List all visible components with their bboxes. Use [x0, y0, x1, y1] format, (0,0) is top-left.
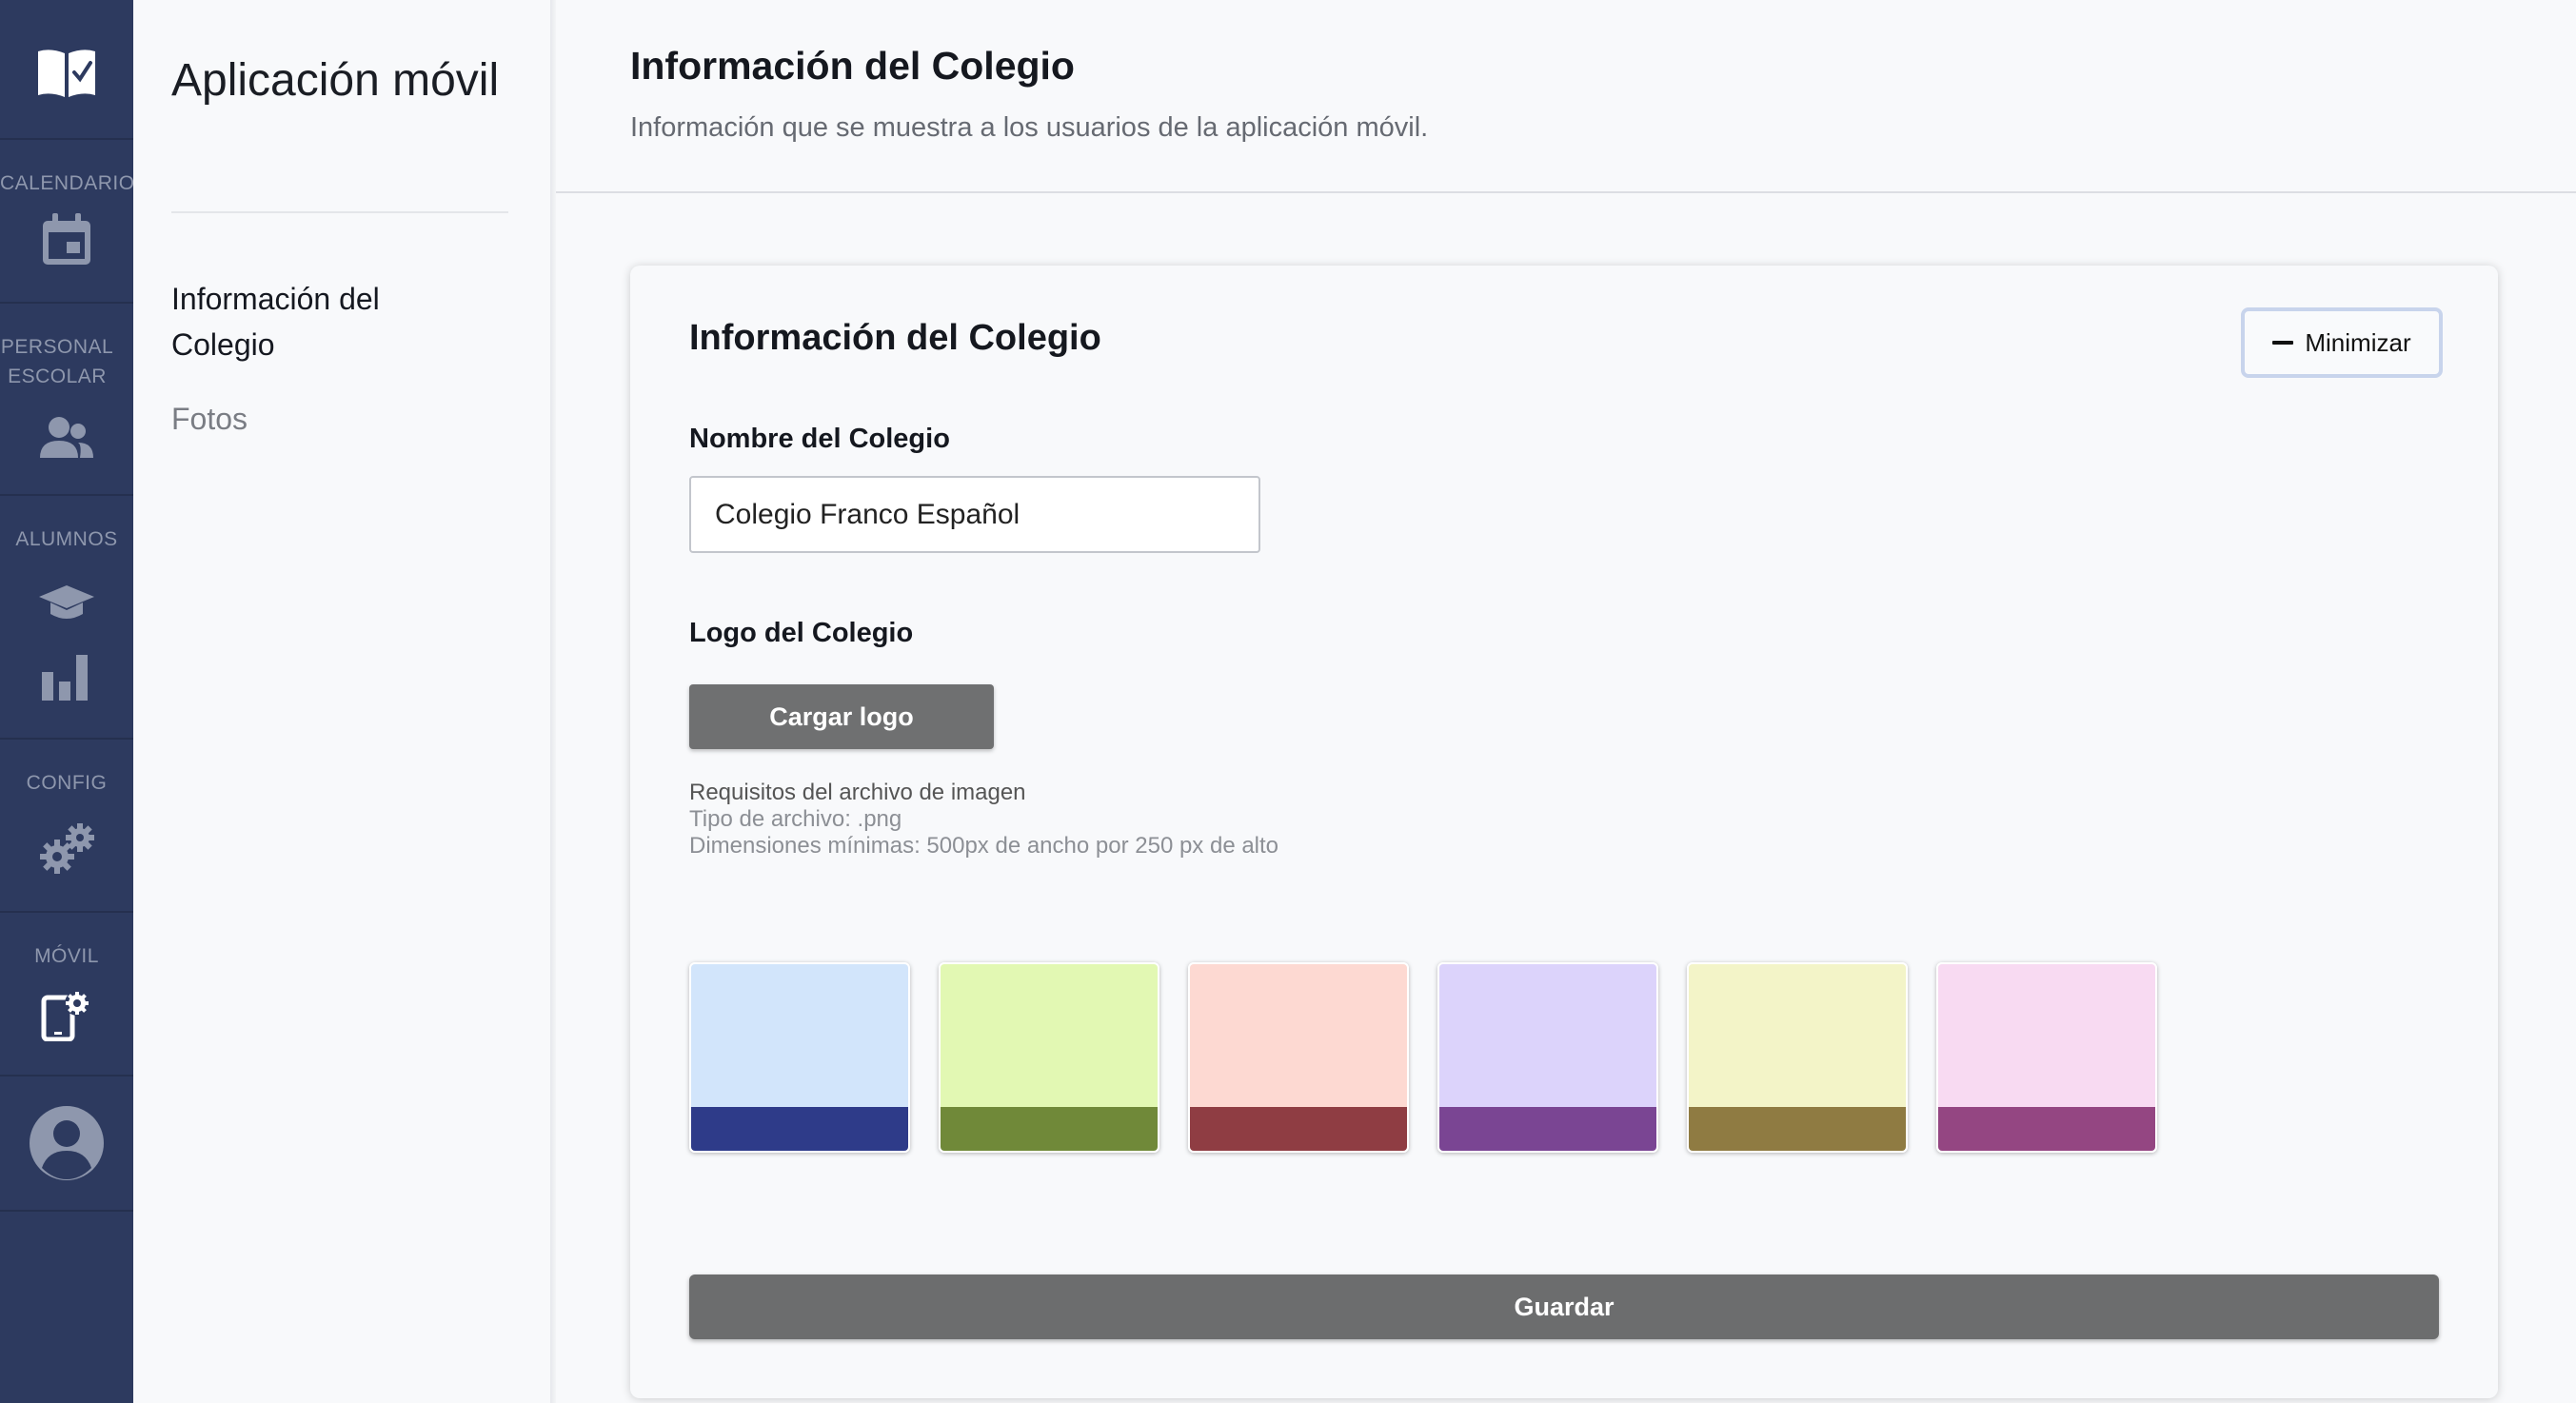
- secondary-nav: Aplicación móvil Información del Colegio…: [133, 0, 554, 1403]
- card-title: Información del Colegio: [689, 318, 1101, 358]
- color-theme-picker: [689, 962, 2157, 1153]
- bar-chart-icon[interactable]: [33, 644, 100, 711]
- color-theme-swatch[interactable]: [1437, 962, 1658, 1153]
- page-header: Información del Colegio Información que …: [556, 0, 2576, 193]
- school-logo-label: Logo del Colegio: [689, 618, 914, 648]
- color-theme-swatch[interactable]: [1687, 962, 1908, 1153]
- swatch-dark-color: [1439, 1107, 1656, 1151]
- swatch-dark-color: [691, 1107, 908, 1151]
- school-name-input[interactable]: [689, 476, 1260, 553]
- mobile-settings-icon[interactable]: [33, 981, 100, 1048]
- rail-label-students: ALUMNOS: [15, 528, 118, 550]
- book-check-icon[interactable]: [33, 38, 100, 105]
- column-shadow: [550, 0, 556, 1403]
- calendar-icon[interactable]: [33, 207, 100, 273]
- rail-label-mobile: MÓVIL: [34, 945, 99, 967]
- save-button[interactable]: Guardar: [689, 1275, 2439, 1339]
- rail-config[interactable]: CONFIG: [0, 740, 133, 913]
- requirement-file-type: Tipo de archivo: .png: [689, 806, 902, 832]
- swatch-dark-color: [1190, 1107, 1407, 1151]
- swatch-light-color: [1938, 964, 2155, 1107]
- color-theme-swatch[interactable]: [1936, 962, 2157, 1153]
- color-theme-swatch[interactable]: [1188, 962, 1409, 1153]
- rail-home[interactable]: [0, 0, 133, 140]
- subnav-item-photos[interactable]: Fotos: [171, 396, 248, 442]
- color-theme-swatch[interactable]: [689, 962, 910, 1153]
- swatch-light-color: [941, 964, 1158, 1107]
- swatch-dark-color: [1938, 1107, 2155, 1151]
- swatch-dark-color: [1689, 1107, 1906, 1151]
- swatch-light-color: [1439, 964, 1656, 1107]
- section-title: Aplicación móvil: [171, 55, 500, 106]
- user-avatar-icon[interactable]: [29, 1105, 105, 1181]
- school-name-label: Nombre del Colegio: [689, 424, 950, 454]
- rail-students[interactable]: ALUMNOS: [0, 496, 133, 740]
- color-theme-swatch[interactable]: [939, 962, 1159, 1153]
- minus-icon: [2272, 341, 2294, 345]
- page-title: Información del Colegio: [630, 44, 1075, 88]
- rail-mobile[interactable]: MÓVIL: [0, 913, 133, 1077]
- rail-label-staff: PERSONAL ESCOLAR: [0, 336, 114, 387]
- minimize-label: Minimizar: [2305, 327, 2411, 357]
- swatch-light-color: [1689, 964, 1906, 1107]
- school-info-card: Información del Colegio Minimizar Nombre…: [630, 266, 2498, 1398]
- swatch-light-color: [691, 964, 908, 1107]
- icon-rail: CALENDARIO PERSONAL ESCOLAR ALUMNOS CONF…: [0, 0, 135, 1403]
- upload-logo-button[interactable]: Cargar logo: [689, 684, 994, 749]
- people-icon[interactable]: [33, 405, 100, 471]
- page-subtitle: Información que se muestra a los usuario…: [630, 112, 1429, 143]
- requirements-title: Requisitos del archivo de imagen: [689, 780, 1026, 805]
- rail-staff[interactable]: PERSONAL ESCOLAR: [0, 304, 133, 496]
- rail-label-config: CONFIG: [26, 772, 108, 794]
- rail-profile[interactable]: [0, 1077, 133, 1212]
- swatch-dark-color: [941, 1107, 1158, 1151]
- minimize-button[interactable]: Minimizar: [2241, 307, 2443, 378]
- rail-calendar[interactable]: CALENDARIO: [0, 140, 135, 304]
- graduation-cap-icon[interactable]: [33, 570, 100, 637]
- swatch-light-color: [1190, 964, 1407, 1107]
- rail-label-calendar: CALENDARIO: [0, 172, 135, 194]
- divider: [171, 211, 508, 213]
- image-requirements: Requisitos del archivo de imagen Tipo de…: [689, 780, 1278, 860]
- requirement-dimensions: Dimensiones mínimas: 500px de ancho por …: [689, 833, 1279, 859]
- subnav-item-school-info[interactable]: Información del Colegio: [171, 276, 485, 367]
- gears-icon[interactable]: [33, 816, 100, 882]
